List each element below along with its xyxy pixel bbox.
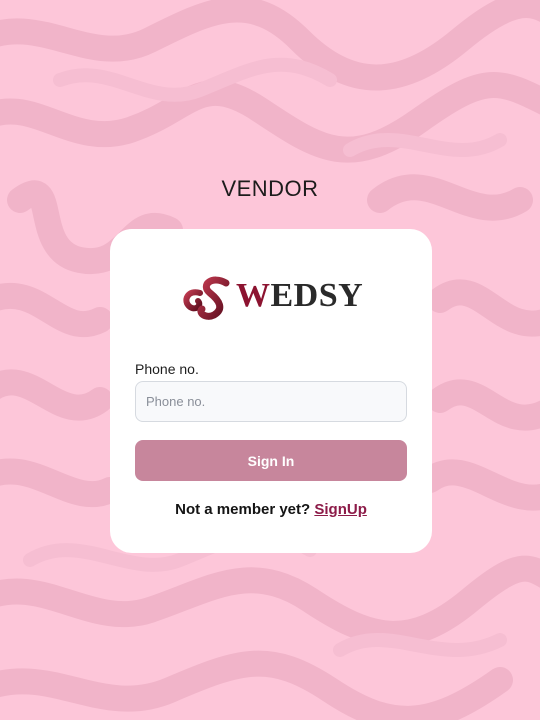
logo-letters: EDSY	[270, 277, 364, 314]
signup-row: Not a member yet? SignUp	[110, 501, 432, 518]
page-heading: VENDOR	[221, 176, 319, 201]
login-page: VENDOR WEDSY Phone no. Sign In Not a mem…	[0, 0, 540, 720]
phone-label: Phone no.	[135, 361, 199, 377]
wedsy-logo-wordmark: WEDSY	[236, 277, 363, 315]
phone-input[interactable]	[135, 381, 407, 422]
wedsy-logo: WEDSY	[180, 273, 364, 325]
wedsy-logo-mark-icon	[183, 276, 230, 320]
login-card: WEDSY Phone no. Sign In Not a member yet…	[110, 229, 432, 553]
logo-letter-w: W	[236, 277, 271, 314]
signup-link[interactable]: SignUp	[314, 501, 367, 518]
signup-prompt: Not a member yet?	[175, 501, 311, 518]
sign-in-button[interactable]: Sign In	[135, 440, 407, 481]
